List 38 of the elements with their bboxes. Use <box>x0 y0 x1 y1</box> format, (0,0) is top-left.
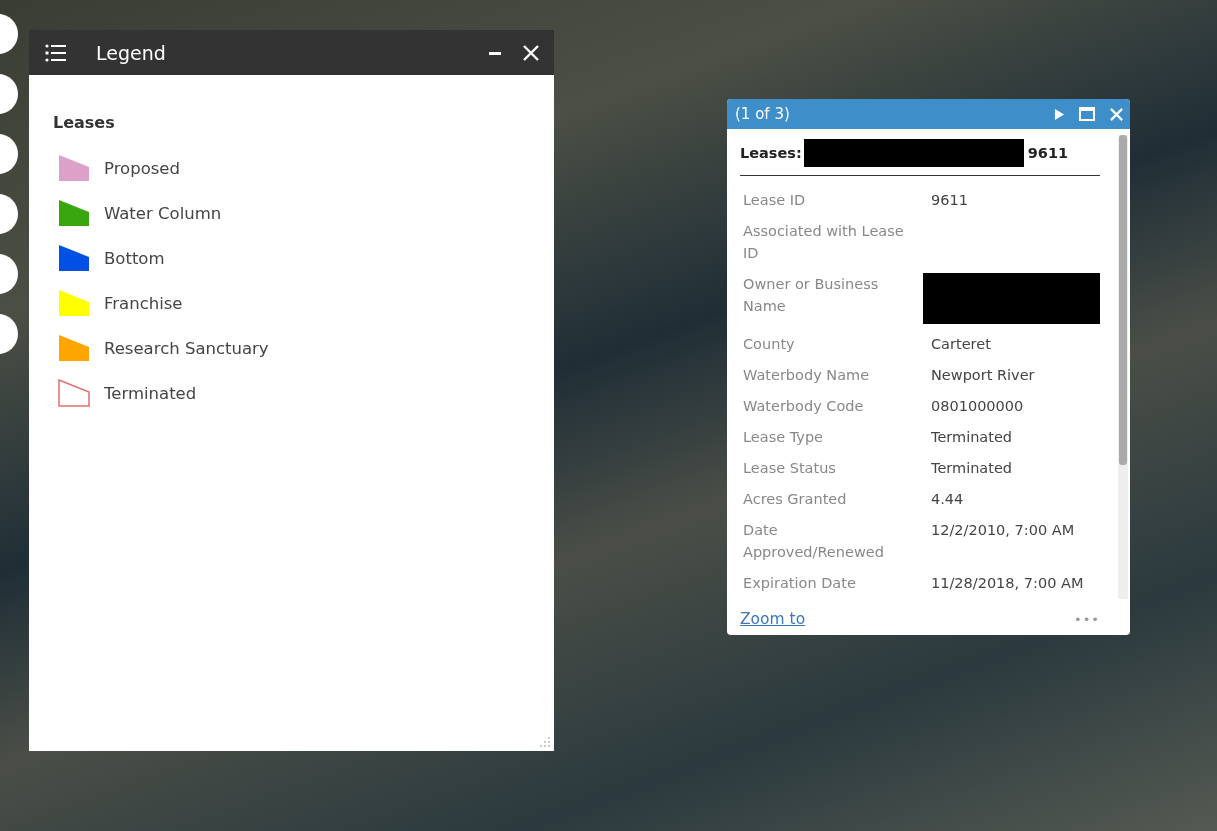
field-value: Terminated <box>931 459 1014 478</box>
legend-label: Research Sanctuary <box>104 338 269 358</box>
legend-title: Legend <box>96 41 166 64</box>
close-icon[interactable] <box>522 43 540 62</box>
field-value: Newport River <box>931 366 1036 385</box>
field-value: 4.44 <box>931 490 965 509</box>
field-label: Lease ID <box>742 191 807 210</box>
legend-label: Bottom <box>104 248 165 268</box>
field-value: Carteret <box>931 335 992 354</box>
zoom-to-link[interactable]: Zoom to <box>740 610 806 628</box>
layer-heading: Leases <box>53 113 116 132</box>
field-label: Waterbody Name <box>742 366 871 385</box>
legend-label: Water Column <box>104 203 222 223</box>
field-label: Acres Granted <box>742 490 848 509</box>
field-value: 9611 <box>931 191 969 210</box>
maximize-icon[interactable] <box>1079 107 1095 121</box>
field-label: Associated with Lease ID <box>742 222 905 263</box>
field-label: Lease Status <box>742 459 837 478</box>
resize-grip-icon[interactable] <box>539 736 551 748</box>
popup-title-number: 9611 <box>1027 145 1069 161</box>
field-label: Waterbody Code <box>742 397 865 416</box>
legend-label: Terminated <box>104 383 197 403</box>
legend-label: Proposed <box>104 158 180 178</box>
scrollbar[interactable] <box>1118 135 1128 599</box>
field-label: Date Approved/Renewed <box>742 521 885 562</box>
field-value: Terminated <box>931 428 1014 447</box>
field-value: 11/28/2018, 7:00 AM <box>931 574 1085 593</box>
field-value: 0801000000 <box>931 397 1025 416</box>
field-value: 12/2/2010, 7:00 AM <box>931 521 1076 540</box>
field-label: Lease Type <box>742 428 825 447</box>
legend-label: Franchise <box>104 293 183 313</box>
field-label: Owner or Business Name <box>742 275 880 316</box>
field-label: County <box>742 335 796 354</box>
field-label: Expiration Date <box>742 574 857 593</box>
more-options-button[interactable]: ••• <box>1074 611 1100 627</box>
feature-counter: (1 of 3) <box>735 105 790 123</box>
popup-title-label: Leases: <box>740 145 802 161</box>
next-icon[interactable] <box>1054 107 1065 121</box>
